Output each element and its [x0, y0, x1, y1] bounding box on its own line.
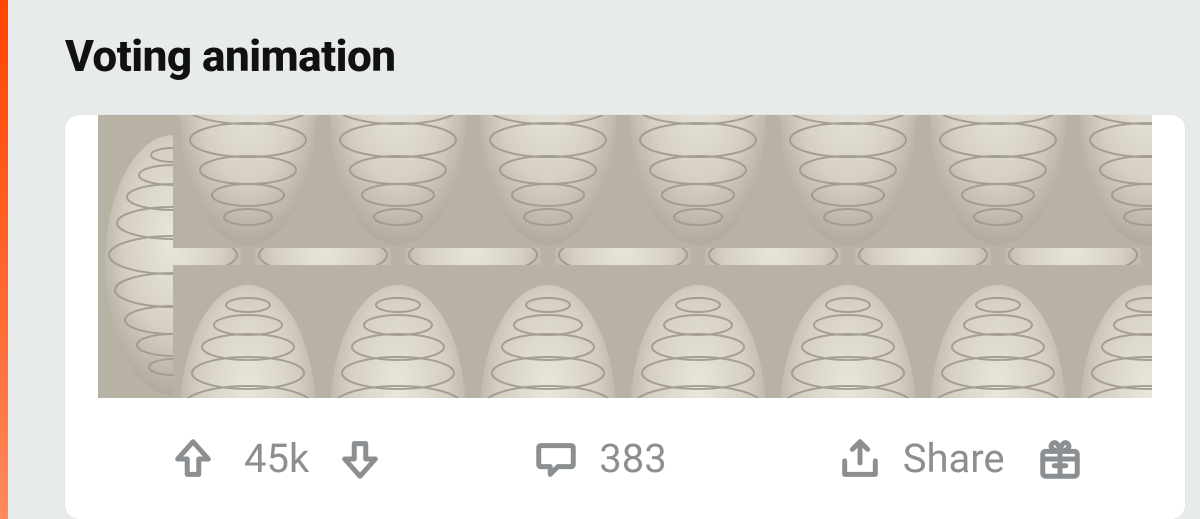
comments-count: 383	[599, 435, 666, 482]
accent-bar	[0, 0, 8, 519]
action-bar: 45k 383 Share	[98, 398, 1152, 519]
page-title: Voting animation	[65, 30, 396, 82]
vote-count: 45k	[244, 435, 309, 482]
share-label: Share	[903, 435, 1005, 482]
post-image[interactable]	[98, 115, 1152, 398]
downvote-icon[interactable]	[337, 436, 383, 482]
comment-icon	[533, 436, 579, 482]
page-root: Voting animation	[0, 0, 1200, 519]
share-icon	[837, 436, 883, 482]
award-button[interactable]	[1037, 436, 1153, 482]
post-card: 45k 383 Share	[65, 115, 1185, 519]
comments-button[interactable]: 383	[533, 435, 666, 482]
upvote-icon[interactable]	[170, 436, 216, 482]
vote-cluster: 45k	[98, 435, 383, 482]
share-button[interactable]: Share	[837, 435, 1005, 482]
award-icon	[1037, 436, 1083, 482]
